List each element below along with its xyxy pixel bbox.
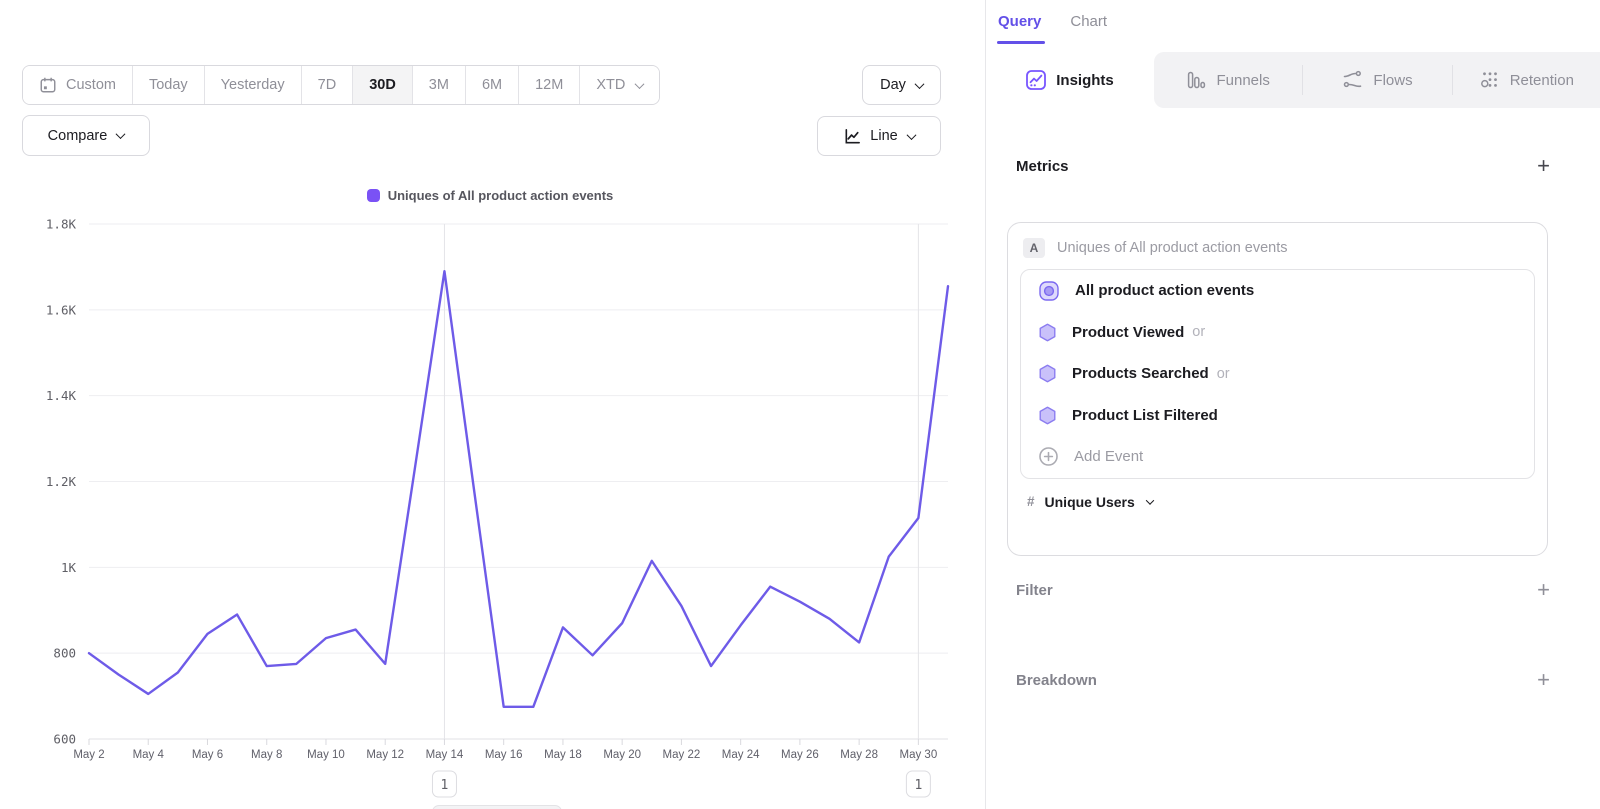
- tab-flows[interactable]: Flows: [1303, 52, 1451, 108]
- add-event-button[interactable]: Add Event: [1021, 436, 1534, 478]
- tab-insights[interactable]: Insights: [986, 52, 1154, 108]
- svg-text:1: 1: [914, 778, 922, 793]
- svg-text:1.4K: 1.4K: [46, 388, 77, 403]
- event-row-products-searched[interactable]: Products Searched or: [1021, 353, 1534, 395]
- event-operator: or: [1217, 366, 1230, 382]
- event-name: Product List Filtered: [1072, 407, 1218, 424]
- event-hexagon-icon: [1038, 364, 1057, 383]
- svg-text:May 16: May 16: [485, 749, 523, 761]
- number-symbol: #: [1027, 494, 1035, 509]
- breakdown-title: Breakdown: [1016, 672, 1097, 689]
- query-chart-tabs: Query Chart: [998, 13, 1107, 44]
- metric-card: A Uniques of All product action events A…: [1007, 222, 1548, 556]
- svg-text:May 6: May 6: [192, 749, 223, 761]
- filter-title: Filter: [1016, 582, 1053, 599]
- svg-text:1.2K: 1.2K: [46, 474, 77, 489]
- metric-header[interactable]: A Uniques of All product action events: [1008, 223, 1547, 269]
- svg-text:1: 1: [441, 778, 449, 793]
- add-metric-button[interactable]: +: [1537, 156, 1550, 176]
- measurement-selector[interactable]: # Unique Users: [1027, 494, 1547, 510]
- funnels-icon: [1186, 70, 1206, 90]
- chevron-down-icon: [1146, 496, 1154, 504]
- inactive-tabs-group: Funnels Flows: [1154, 52, 1600, 108]
- tab-label: Funnels: [1216, 72, 1269, 89]
- report-type-tabs: Insights Funnels: [986, 52, 1600, 108]
- event-hexagon-icon: [1038, 323, 1057, 342]
- mixpanel-insights-app: Custom Today Yesterday 7D 30D 3M 6M 12M …: [0, 0, 1600, 809]
- svg-text:1.6K: 1.6K: [46, 302, 77, 317]
- svg-text:May 26: May 26: [781, 749, 819, 761]
- event-name: Products Searched: [1072, 365, 1209, 382]
- retention-icon: [1480, 70, 1500, 90]
- add-breakdown-button[interactable]: +: [1537, 670, 1550, 690]
- svg-text:800: 800: [53, 646, 76, 661]
- line-chart[interactable]: 600 800 1K 1.2K 1.4K 1.6K 1.8K May 2 May 4 May 6 M…: [0, 0, 985, 809]
- add-filter-button[interactable]: +: [1537, 580, 1550, 600]
- svg-text:May 8: May 8: [251, 749, 282, 761]
- svg-text:1.8K: 1.8K: [46, 217, 77, 232]
- metric-title: Uniques of All product action events: [1057, 240, 1288, 256]
- query-panel: Query Chart Insights: [985, 0, 1600, 809]
- flows-icon: [1342, 70, 1363, 90]
- tab-label: Flows: [1373, 72, 1412, 89]
- plus-circle-icon: [1038, 446, 1059, 467]
- metric-letter-badge: A: [1023, 238, 1045, 258]
- svg-text:May 12: May 12: [366, 749, 404, 761]
- tab-label: Insights: [1056, 72, 1114, 89]
- tab-funnels[interactable]: Funnels: [1154, 52, 1302, 108]
- event-hexagon-icon: [1038, 406, 1057, 425]
- svg-text:May 10: May 10: [307, 749, 345, 761]
- breakdown-section-header: Breakdown +: [1016, 664, 1550, 696]
- event-row-product-viewed[interactable]: Product Viewed or: [1021, 312, 1534, 354]
- event-operator: or: [1192, 324, 1205, 340]
- event-row-all-product-action-events[interactable]: All product action events: [1021, 270, 1534, 312]
- svg-text:May 22: May 22: [663, 749, 701, 761]
- svg-text:1K: 1K: [61, 560, 77, 575]
- event-row-product-list-filtered[interactable]: Product List Filtered: [1021, 395, 1534, 437]
- metrics-title: Metrics: [1016, 158, 1069, 175]
- svg-text:May 30: May 30: [900, 749, 938, 761]
- event-list: All product action events Product Viewed…: [1020, 269, 1535, 479]
- tab-query[interactable]: Query: [998, 13, 1041, 44]
- filter-section-header: Filter +: [1016, 574, 1550, 606]
- chart-pane: Custom Today Yesterday 7D 30D 3M 6M 12M …: [0, 0, 985, 809]
- insights-icon: [1026, 70, 1046, 90]
- event-name: Product Viewed: [1072, 324, 1184, 341]
- svg-text:May 18: May 18: [544, 749, 582, 761]
- measurement-label: Unique Users: [1045, 494, 1135, 510]
- svg-text:May 14: May 14: [426, 749, 464, 761]
- event-name: All product action events: [1075, 282, 1254, 299]
- svg-text:May 20: May 20: [603, 749, 641, 761]
- svg-text:May 4: May 4: [133, 749, 165, 761]
- cutoff-tooltip: [432, 805, 562, 809]
- custom-event-icon: [1038, 280, 1060, 302]
- svg-text:May 2: May 2: [73, 749, 104, 761]
- tab-label: Retention: [1510, 72, 1574, 89]
- svg-text:May 28: May 28: [840, 749, 878, 761]
- svg-text:600: 600: [53, 732, 76, 747]
- tab-chart[interactable]: Chart: [1070, 13, 1107, 44]
- tab-retention[interactable]: Retention: [1453, 52, 1600, 108]
- metrics-section-header: Metrics +: [1016, 150, 1550, 182]
- svg-text:May 24: May 24: [722, 749, 760, 761]
- add-event-label: Add Event: [1074, 448, 1143, 465]
